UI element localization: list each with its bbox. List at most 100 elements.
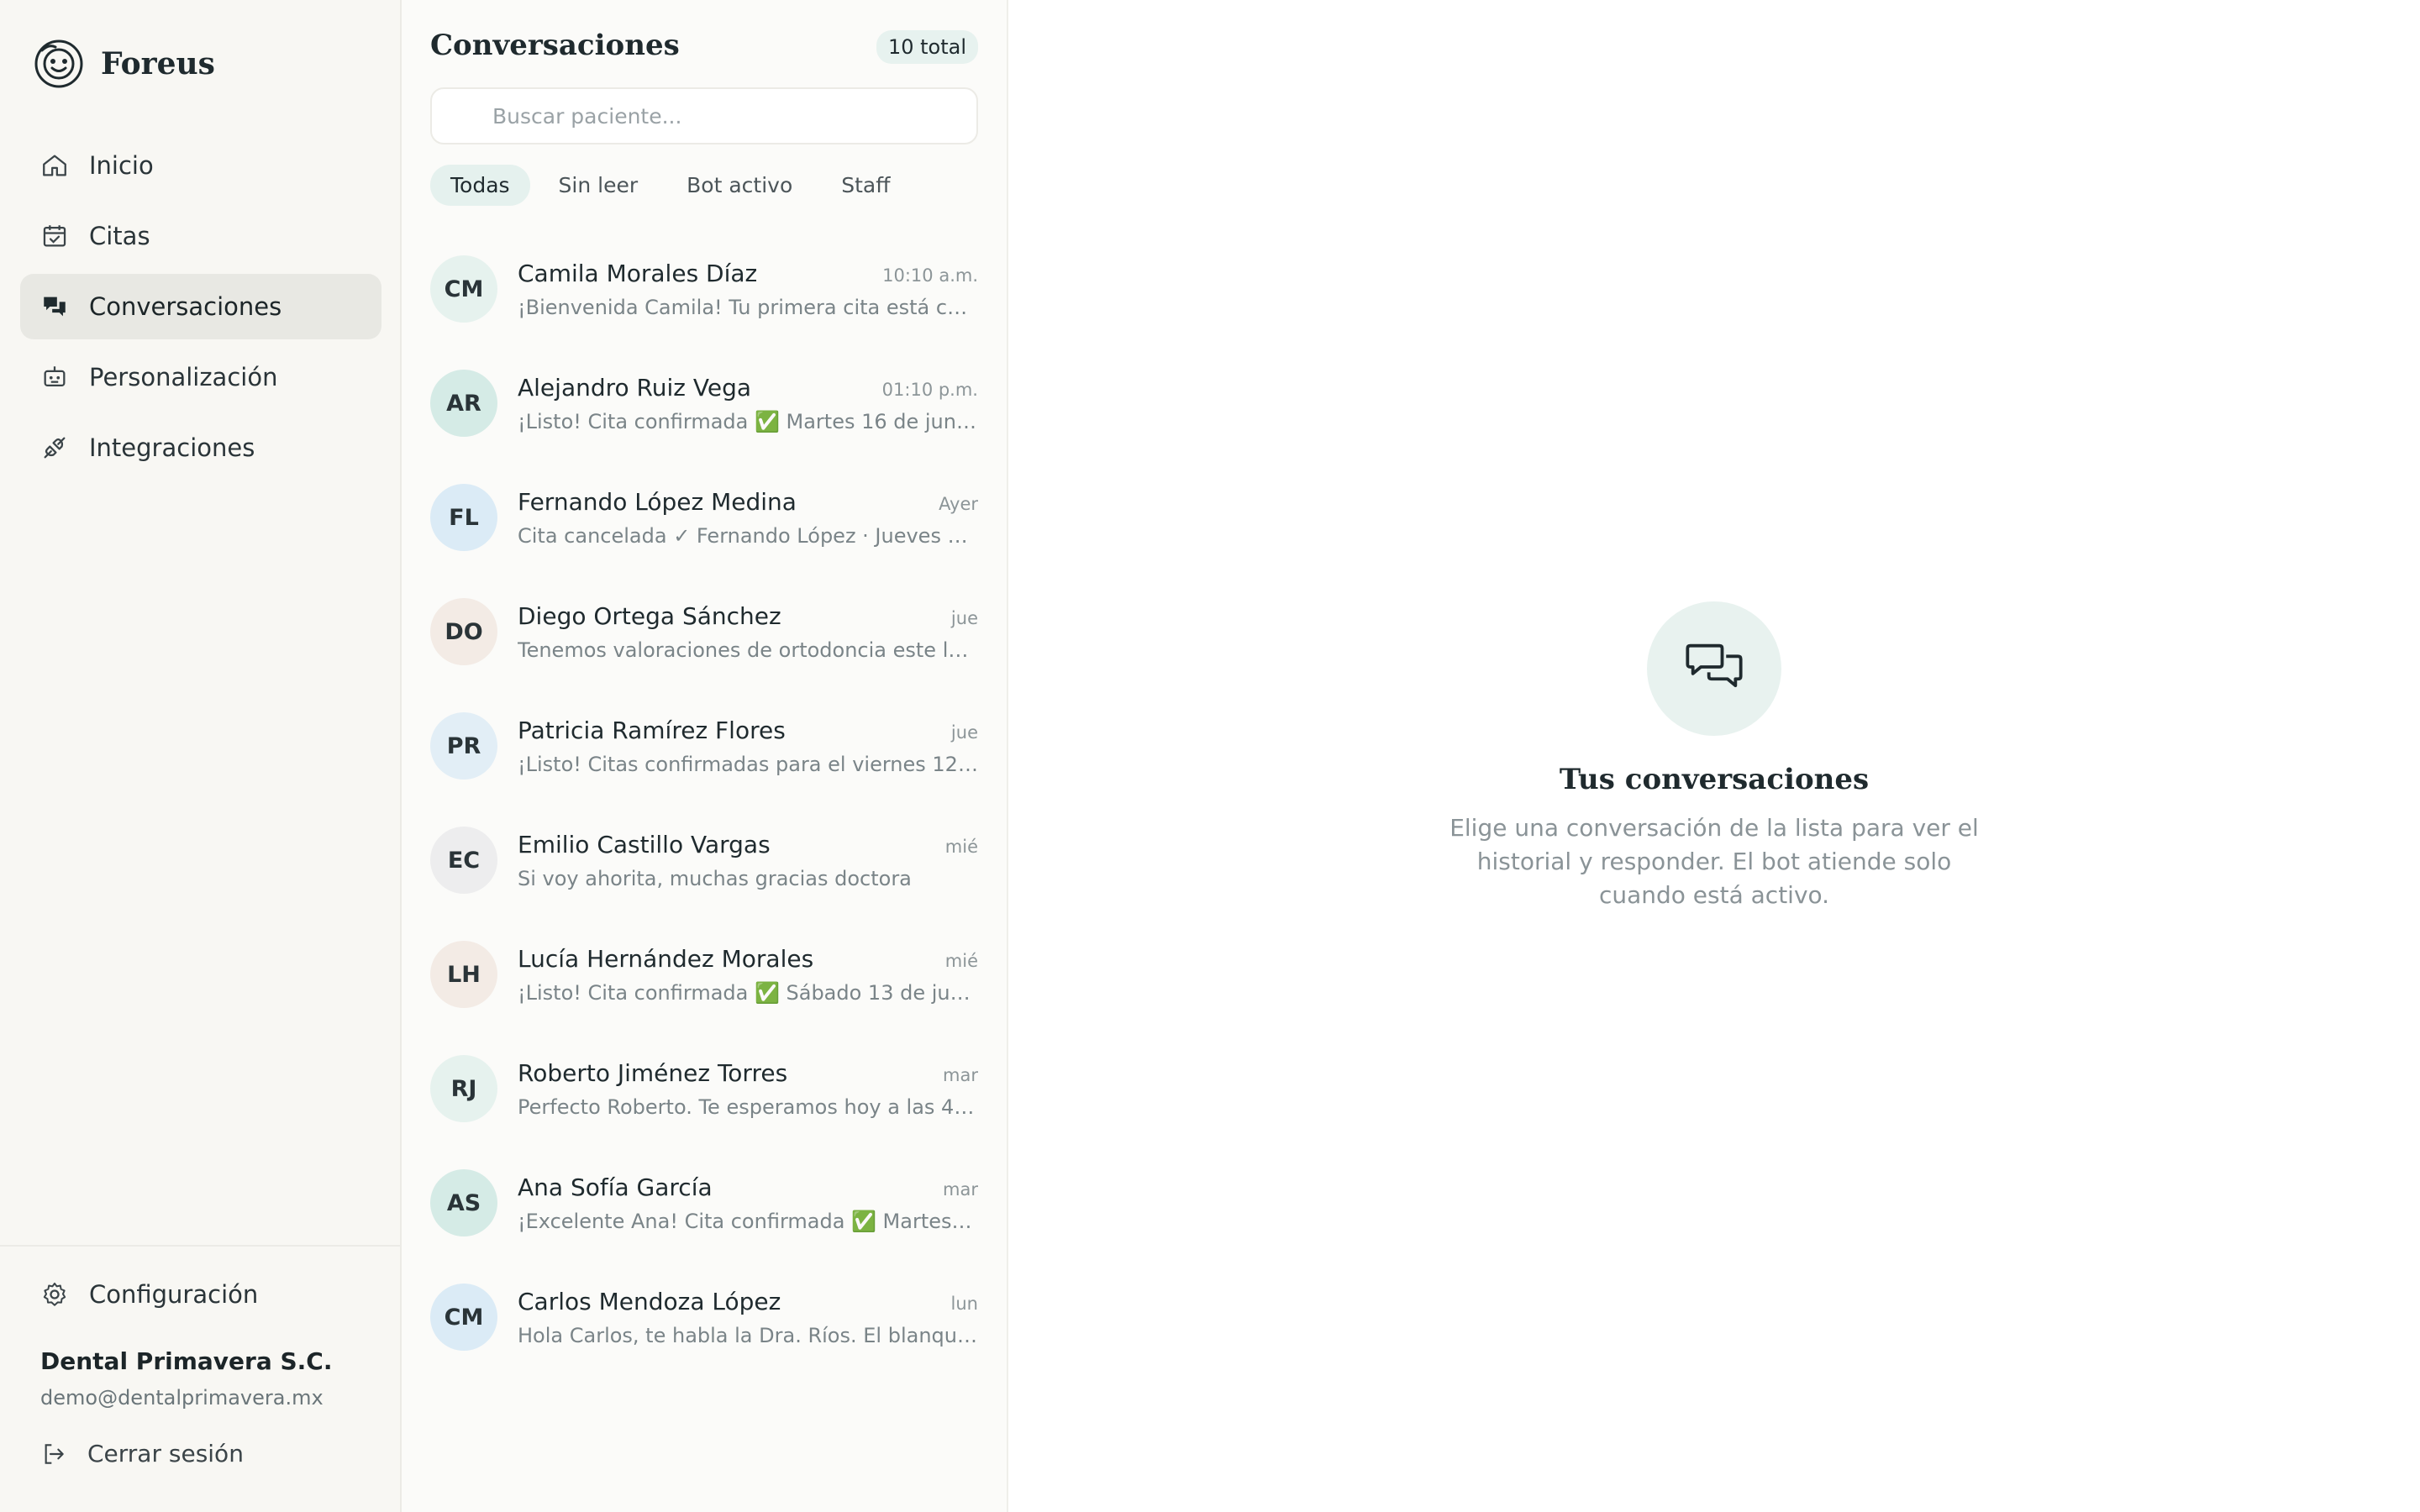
conversation-time: mar bbox=[943, 1064, 978, 1085]
conversation-preview: ¡Excelente Ana! Cita confirmada ✅ Martes… bbox=[518, 1209, 978, 1233]
conversation-name: Alejandro Ruiz Vega bbox=[518, 373, 752, 402]
conversation-body: Roberto Jiménez Torres mar Perfecto Robe… bbox=[518, 1059, 978, 1119]
avatar: PR bbox=[430, 712, 497, 780]
conversation-body: Patricia Ramírez Flores jue ¡Listo! Cita… bbox=[518, 717, 978, 776]
nav-item-conversaciones[interactable]: Conversaciones bbox=[20, 274, 381, 339]
filter-staff[interactable]: Staff bbox=[821, 165, 910, 206]
avatar: EC bbox=[430, 827, 497, 894]
calendar-check-icon bbox=[40, 222, 69, 250]
nav-item-inicio[interactable]: Inicio bbox=[20, 133, 381, 198]
home-icon bbox=[40, 151, 69, 180]
avatar: DO bbox=[430, 598, 497, 665]
bot-icon bbox=[40, 363, 69, 391]
conversation-body: Carlos Mendoza López lun Hola Carlos, te… bbox=[518, 1288, 978, 1347]
conversation-time: Ayer bbox=[939, 493, 978, 514]
conversation-detail-pane: Tus conversaciones Elige una conversació… bbox=[1008, 0, 2420, 1512]
nav-item-label: Conversaciones bbox=[89, 292, 282, 321]
conversation-time: mar bbox=[943, 1179, 978, 1200]
conversation-header: Ana Sofía García mar bbox=[518, 1173, 978, 1201]
conversation-time: mié bbox=[944, 950, 978, 971]
nav-item-label: Integraciones bbox=[89, 433, 255, 462]
conversation-preview: ¡Bienvenida Camila! Tu primera cita está… bbox=[518, 295, 978, 319]
plug-icon bbox=[40, 433, 69, 462]
conversation-name: Emilio Castillo Vargas bbox=[518, 830, 771, 858]
filter-todas[interactable]: Todas bbox=[430, 165, 530, 206]
conversation-header: Diego Ortega Sánchez jue bbox=[518, 602, 978, 630]
nav-item-configuracion[interactable]: Configuración bbox=[20, 1265, 381, 1324]
conversation-time: lun bbox=[950, 1293, 978, 1314]
conversation-name: Roberto Jiménez Torres bbox=[518, 1058, 788, 1087]
conversation-item[interactable]: PR Patricia Ramírez Flores jue ¡Listo! C… bbox=[402, 689, 1007, 803]
brand[interactable]: Foreus bbox=[34, 39, 215, 89]
nav-item-label: Personalización bbox=[89, 363, 278, 391]
conversation-name: Diego Ortega Sánchez bbox=[518, 601, 781, 630]
conversation-body: Diego Ortega Sánchez jue Tenemos valorac… bbox=[518, 602, 978, 662]
nav-item-integraciones[interactable]: Integraciones bbox=[20, 415, 381, 480]
nav-item-personalizacion[interactable]: Personalización bbox=[20, 344, 381, 410]
conversation-preview: Perfecto Roberto. Te esperamos hoy a las… bbox=[518, 1095, 978, 1119]
empty-state-description: Elige una conversación de la lista para … bbox=[1449, 814, 1979, 909]
avatar: FL bbox=[430, 484, 497, 551]
conversation-body: Emilio Castillo Vargas mié Si voy ahorit… bbox=[518, 831, 978, 890]
sidebar: Foreus Inicio Citas Conversaciones Perso… bbox=[0, 0, 402, 1512]
conversation-item[interactable]: EC Emilio Castillo Vargas mié Si voy aho… bbox=[402, 803, 1007, 917]
conversation-item[interactable]: DO Diego Ortega Sánchez jue Tenemos valo… bbox=[402, 575, 1007, 689]
logout-label: Cerrar sesión bbox=[87, 1440, 244, 1467]
conversation-name: Patricia Ramírez Flores bbox=[518, 716, 786, 744]
empty-state-title: Tus conversaciones bbox=[1559, 763, 1870, 796]
conversation-header: Lucía Hernández Morales mié bbox=[518, 945, 978, 973]
conversation-body: Lucía Hernández Morales mié ¡Listo! Cita… bbox=[518, 945, 978, 1005]
conversation-item[interactable]: LH Lucía Hernández Morales mié ¡Listo! C… bbox=[402, 917, 1007, 1032]
conversation-preview: Hola Carlos, te habla la Dra. Ríos. El b… bbox=[518, 1323, 978, 1347]
nav-item-label: Citas bbox=[89, 222, 150, 250]
avatar: CM bbox=[430, 1284, 497, 1351]
nav-item-label: Inicio bbox=[89, 151, 154, 180]
conversation-time: 01:10 p.m. bbox=[881, 379, 978, 400]
conversation-header: Carlos Mendoza López lun bbox=[518, 1288, 978, 1315]
empty-state: Tus conversaciones Elige una conversació… bbox=[1008, 601, 2420, 912]
search-input[interactable] bbox=[491, 102, 965, 129]
conversation-header: Emilio Castillo Vargas mié bbox=[518, 831, 978, 858]
logout-button[interactable]: Cerrar sesión bbox=[40, 1440, 244, 1467]
account-email: demo@dentalprimavera.mx bbox=[40, 1386, 324, 1410]
conversation-item[interactable]: RJ Roberto Jiménez Torres mar Perfecto R… bbox=[402, 1032, 1007, 1146]
nav-item-citas[interactable]: Citas bbox=[20, 203, 381, 269]
conversation-time: mié bbox=[944, 836, 978, 857]
total-badge: 10 total bbox=[876, 30, 978, 64]
logout-icon bbox=[40, 1441, 67, 1467]
conversation-name: Carlos Mendoza López bbox=[518, 1287, 781, 1315]
search-box[interactable] bbox=[430, 87, 978, 144]
filter-sin-leer[interactable]: Sin leer bbox=[539, 165, 659, 206]
conversation-item[interactable]: AS Ana Sofía García mar ¡Excelente Ana! … bbox=[402, 1146, 1007, 1260]
chat-bubbles-icon bbox=[40, 292, 69, 321]
conversation-time: 10:10 a.m. bbox=[882, 265, 978, 286]
conversation-preview: ¡Listo! Cita confirmada ✅ Martes 16 de j… bbox=[518, 409, 978, 433]
conversation-body: Ana Sofía García mar ¡Excelente Ana! Cit… bbox=[518, 1173, 978, 1233]
conversation-header: Camila Morales Díaz 10:10 a.m. bbox=[518, 260, 978, 287]
conversation-time: jue bbox=[950, 607, 978, 628]
chat-bubbles-icon bbox=[1682, 635, 1746, 702]
avatar: LH bbox=[430, 941, 497, 1008]
list-title: Conversaciones bbox=[430, 29, 680, 62]
conversation-body: Alejandro Ruiz Vega 01:10 p.m. ¡Listo! C… bbox=[518, 374, 978, 433]
conversation-item[interactable]: AR Alejandro Ruiz Vega 01:10 p.m. ¡Listo… bbox=[402, 346, 1007, 460]
conversation-preview: ¡Listo! Citas confirmadas para el vierne… bbox=[518, 752, 978, 776]
filter-tabs: Todas Sin leer Bot activo Staff bbox=[430, 165, 918, 206]
avatar: RJ bbox=[430, 1055, 497, 1122]
nav-item-label: Configuración bbox=[89, 1280, 259, 1309]
filter-bot-activo[interactable]: Bot activo bbox=[666, 165, 813, 206]
conversation-preview: Tenemos valoraciones de ortodoncia este … bbox=[518, 638, 978, 662]
avatar: CM bbox=[430, 255, 497, 323]
conversation-body: Camila Morales Díaz 10:10 a.m. ¡Bienveni… bbox=[518, 260, 978, 319]
conversation-list: CM Camila Morales Díaz 10:10 a.m. ¡Bienv… bbox=[402, 232, 1007, 1374]
conversation-item[interactable]: CM Carlos Mendoza López lun Hola Carlos,… bbox=[402, 1260, 1007, 1374]
conversation-item[interactable]: FL Fernando López Medina Ayer Cita cance… bbox=[402, 460, 1007, 575]
conversation-name: Lucía Hernández Morales bbox=[518, 944, 814, 973]
conversation-body: Fernando López Medina Ayer Cita cancelad… bbox=[518, 488, 978, 548]
face-logo-icon bbox=[34, 39, 84, 89]
conversation-preview: ¡Listo! Cita confirmada ✅ Sábado 13 de j… bbox=[518, 980, 978, 1005]
conversation-item[interactable]: CM Camila Morales Díaz 10:10 a.m. ¡Bienv… bbox=[402, 232, 1007, 346]
conversation-header: Alejandro Ruiz Vega 01:10 p.m. bbox=[518, 374, 978, 402]
conversation-name: Camila Morales Díaz bbox=[518, 259, 758, 287]
gear-icon bbox=[40, 1280, 69, 1309]
